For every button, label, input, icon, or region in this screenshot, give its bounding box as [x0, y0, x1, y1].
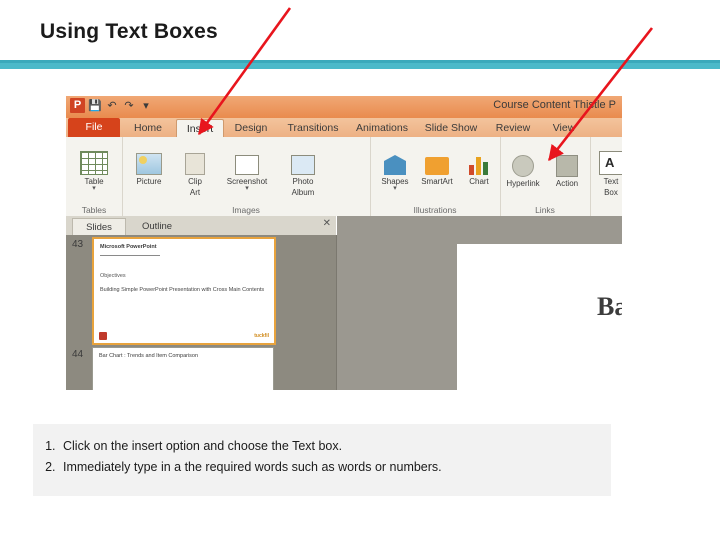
tab-design[interactable]: Design — [226, 119, 276, 137]
ribbon-button-clip-art[interactable]: Clip Art — [172, 145, 218, 197]
tab-transitions[interactable]: Transitions — [280, 119, 346, 137]
customize-qat-icon[interactable]: ▾ — [139, 99, 153, 113]
ribbon-group-label-images: Images — [232, 205, 260, 215]
ribbon-group-label-illustrations: Illustrations — [413, 205, 457, 215]
ribbon-button-shapes[interactable]: Shapes ▾ — [372, 145, 418, 192]
thumbnail-title: Microsoft PowerPoint — [100, 244, 157, 250]
ribbon-button-photo-album-label-1: Photo — [292, 177, 314, 186]
save-icon[interactable]: 💾 — [88, 99, 102, 113]
ribbon-button-picture[interactable]: Picture — [126, 145, 172, 186]
redo-icon[interactable]: ↷ — [122, 99, 136, 113]
ribbon-button-photo-album-label-2: Album — [291, 188, 315, 197]
ribbon-button-photo-album[interactable]: Photo Album — [278, 145, 328, 197]
slide-canvas-text: Ba — [597, 292, 622, 321]
thumbnail-number: 44 — [72, 349, 84, 360]
ribbon-button-action[interactable]: Action — [544, 147, 590, 188]
document-title: Course Content Thistle P — [493, 99, 616, 111]
slide-canvas[interactable]: Ba — [457, 244, 622, 390]
picture-icon — [126, 145, 172, 175]
instruction-list: Click on the insert option and choose th… — [33, 424, 611, 478]
title-divider-inner — [0, 60, 720, 63]
tab-animations[interactable]: Animations — [350, 119, 414, 137]
undo-icon[interactable]: ↶ — [105, 99, 119, 113]
ribbon-button-action-label: Action — [555, 179, 579, 188]
title-divider — [0, 60, 720, 69]
ribbon-button-smartart-label: SmartArt — [421, 177, 453, 186]
ribbon-button-hyperlink[interactable]: Hyperlink — [500, 147, 546, 188]
instruction-box: Click on the insert option and choose th… — [33, 424, 611, 496]
tab-file[interactable]: File — [68, 118, 120, 137]
ribbon-group-text: Text Box Header & Fcoter W — [590, 137, 622, 216]
hyperlink-icon — [500, 147, 546, 177]
ribbon-button-table[interactable]: Table ▾ — [71, 145, 117, 192]
ribbon-group-label-links: Links — [535, 205, 555, 215]
slide-thumbnail-44[interactable]: Bar Chart : Trends and Item Comparison — [92, 347, 274, 390]
tab-slide-show[interactable]: Slide Show — [418, 119, 484, 137]
chevron-down-icon[interactable]: ▾ — [71, 185, 117, 192]
ribbon-button-text-box-label-1: Text — [603, 177, 619, 186]
thumbnail-title: Bar Chart : Trends and Item Comparison — [99, 353, 199, 359]
chevron-down-icon[interactable]: ▾ — [372, 185, 418, 192]
ribbon-group-tables: Table ▾ Tables — [66, 137, 123, 216]
table-icon — [71, 145, 117, 175]
pane-tab-bar: Slides Outline ✕ — [66, 216, 336, 236]
tab-home[interactable]: Home — [124, 119, 172, 137]
tab-insert[interactable]: Insert — [176, 119, 224, 138]
screenshot-icon — [218, 145, 276, 175]
shapes-icon — [372, 145, 418, 175]
slides-thumbnail-pane[interactable]: 43 Microsoft PowerPoint Objectives Build… — [66, 235, 337, 390]
ribbon-button-chart-label: Chart — [469, 177, 489, 186]
smartart-icon — [414, 145, 460, 175]
ribbon-button-smartart[interactable]: SmartArt — [414, 145, 460, 186]
thumbnail-body: Building Simple PowerPoint Presentation … — [100, 287, 265, 293]
powerpoint-screenshot: P 💾 ↶ ↷ ▾ Course Content Thistle P File … — [66, 96, 622, 390]
slide-editing-stage[interactable]: Ba — [337, 216, 622, 390]
list-item: Click on the insert option and choose th… — [59, 436, 611, 457]
ribbon-button-chart[interactable]: Chart — [456, 145, 502, 186]
powerpoint-logo-icon: P — [70, 98, 85, 113]
tab-slides[interactable]: Slides — [72, 218, 126, 236]
ribbon-button-text-box-label-2: Box — [604, 188, 618, 197]
ribbon-group-label-tables: Tables — [81, 205, 107, 215]
ribbon-group-links: Hyperlink Action Links — [500, 137, 591, 216]
thumbnail-footer: tuckfil — [99, 332, 269, 340]
ribbon-button-clip-art-label-1: Clip — [188, 177, 202, 186]
clip-art-icon — [172, 145, 218, 175]
chart-icon — [456, 145, 502, 175]
tab-outline[interactable]: Outline — [128, 218, 186, 235]
quick-access-toolbar: P 💾 ↶ ↷ ▾ Course Content Thistle P — [66, 96, 622, 119]
ribbon-button-screenshot[interactable]: Screenshot ▾ — [218, 145, 276, 192]
thumbnail-logo-icon — [99, 332, 107, 340]
thumbnail-brand: tuckfil — [254, 333, 269, 339]
action-icon — [544, 147, 590, 177]
tab-view[interactable]: View — [542, 119, 586, 137]
qat-buttons: P 💾 ↶ ↷ ▾ — [70, 98, 153, 113]
ribbon-group-illustrations: Shapes ▾ SmartArt Chart Illustrations — [370, 137, 501, 216]
ribbon-group-images: Picture Clip Art Screenshot ▾ Photo Albu… — [122, 137, 371, 216]
photo-album-icon — [278, 145, 328, 175]
ribbon-button-clip-art-label-2: Art — [189, 188, 201, 197]
close-icon[interactable]: ✕ — [323, 218, 331, 229]
ribbon-tab-bar: File Home Insert Design Transitions Anim… — [66, 118, 622, 138]
page-title: Using Text Boxes — [40, 20, 218, 43]
thumbnail-subtitle: Objectives — [100, 273, 126, 279]
ribbon-insert: Table ▾ Tables Picture Clip Art Screensh… — [66, 137, 622, 217]
editor-panes: Slides Outline ✕ 43 Microsoft PowerPoint… — [66, 216, 622, 390]
slide-thumbnail-43[interactable]: Microsoft PowerPoint Objectives Building… — [92, 237, 276, 345]
chevron-down-icon[interactable]: ▾ — [218, 185, 276, 192]
thumbnail-number: 43 — [72, 239, 84, 250]
ribbon-button-hyperlink-label: Hyperlink — [506, 179, 540, 188]
text-box-icon — [590, 145, 622, 175]
tab-review[interactable]: Review — [488, 119, 538, 137]
ribbon-button-picture-label: Picture — [136, 177, 162, 186]
list-item: Immediately type in a the required words… — [59, 457, 611, 478]
ribbon-button-text-box[interactable]: Text Box — [590, 145, 622, 197]
